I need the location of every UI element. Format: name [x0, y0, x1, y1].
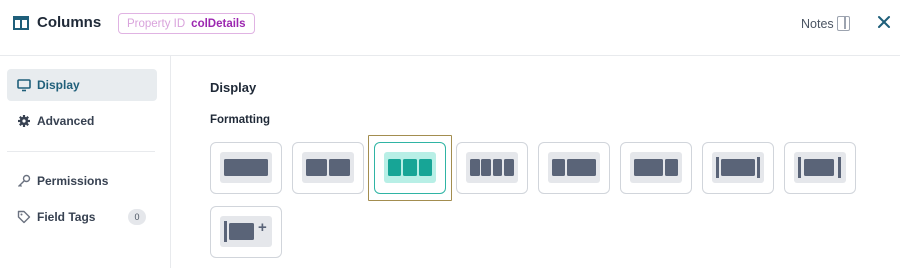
layout-option-four-columns[interactable]	[456, 142, 528, 194]
plus-icon: +	[258, 219, 267, 236]
column-block	[388, 159, 401, 176]
layout-option-custom[interactable]: +	[210, 206, 282, 258]
column-block	[224, 159, 268, 176]
layout-preview	[220, 152, 272, 183]
columns-icon	[13, 16, 29, 30]
notes-button[interactable]: Notes	[801, 17, 834, 31]
sidebar-item-display[interactable]: Display	[7, 69, 157, 101]
property-id-badge[interactable]: Property ID colDetails	[118, 13, 255, 34]
layout-option-one-column[interactable]	[210, 142, 282, 194]
column-block	[492, 159, 502, 176]
column-block	[470, 159, 480, 176]
sidebar-item-label: Display	[37, 78, 80, 92]
layout-option-three-columns[interactable]	[374, 142, 446, 194]
sidebar-item-advanced[interactable]: Advanced	[7, 105, 157, 137]
column-edge	[757, 157, 760, 178]
column-edge	[838, 157, 841, 178]
key-icon	[18, 174, 31, 187]
field-tags-count-badge: 0	[128, 209, 146, 225]
layout-option-wide-narrow[interactable]	[620, 142, 692, 194]
column-block	[481, 159, 491, 176]
section-title: Display	[210, 80, 257, 95]
property-id-value: colDetails	[191, 17, 246, 30]
sidebar-item-label: Permissions	[37, 174, 109, 188]
column-block	[567, 159, 596, 176]
monitor-icon	[17, 79, 31, 92]
column-edge	[224, 221, 227, 242]
layout-preview	[712, 152, 764, 183]
column-block	[306, 159, 327, 176]
column-block	[665, 159, 678, 176]
column-edge	[798, 157, 801, 178]
column-block	[403, 159, 417, 176]
notes-panel-icon[interactable]	[837, 16, 850, 31]
layout-preview: +	[220, 216, 272, 247]
tag-icon	[17, 210, 31, 224]
sidebar-divider	[7, 151, 155, 152]
sidebar: Display Advanced Permissions Field Tags …	[0, 56, 171, 268]
column-block	[229, 223, 254, 240]
layout-option-centered-wide[interactable]	[702, 142, 774, 194]
layout-option-centered-compact[interactable]	[784, 142, 856, 194]
sidebar-item-permissions[interactable]: Permissions	[7, 165, 157, 197]
close-icon[interactable]	[877, 15, 891, 29]
column-block	[804, 159, 834, 176]
column-block	[721, 159, 755, 176]
layout-preview	[384, 152, 436, 183]
column-block	[634, 159, 663, 176]
main-panel: Display Formatting +	[172, 56, 900, 268]
layout-preview	[794, 152, 846, 183]
column-block	[419, 159, 432, 176]
layout-option-two-columns[interactable]	[292, 142, 364, 194]
page-title: Columns	[37, 14, 102, 31]
column-edge	[716, 157, 719, 178]
property-id-label: Property ID	[127, 17, 186, 30]
gear-icon	[18, 115, 30, 127]
column-block	[552, 159, 565, 176]
layout-option-narrow-wide[interactable]	[538, 142, 610, 194]
layout-preview	[466, 152, 518, 183]
layout-preview	[302, 152, 354, 183]
column-block	[504, 159, 514, 176]
formatting-label: Formatting	[210, 114, 271, 126]
sidebar-item-label: Advanced	[37, 114, 95, 128]
layout-preview	[630, 152, 682, 183]
layout-preview	[548, 152, 600, 183]
sidebar-item-label: Field Tags	[37, 210, 96, 224]
column-block	[329, 159, 350, 176]
header: Columns Property ID colDetails Notes	[0, 0, 900, 56]
sidebar-item-field-tags[interactable]: Field Tags 0	[7, 201, 157, 233]
